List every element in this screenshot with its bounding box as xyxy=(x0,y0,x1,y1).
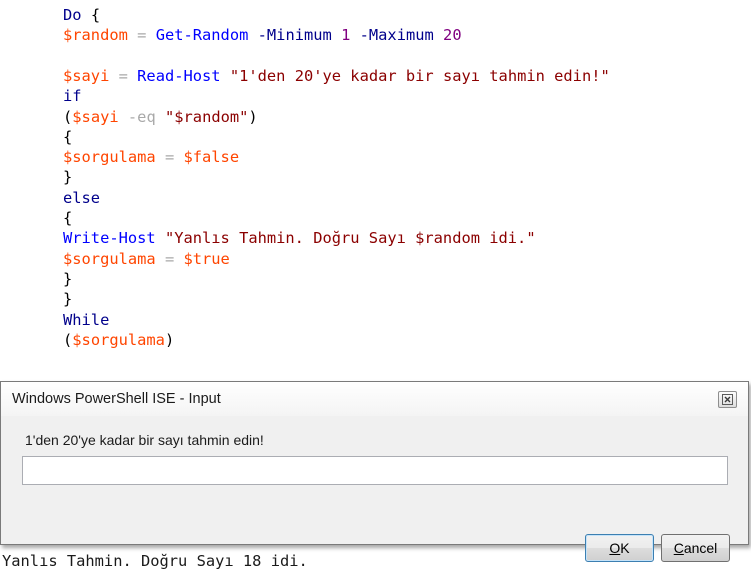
code-token: ) xyxy=(164,330,175,349)
code-token: -Minimum xyxy=(257,26,332,45)
close-button[interactable] xyxy=(718,391,737,408)
code-token: $sorgulama xyxy=(72,330,165,349)
cancel-button[interactable]: Cancel xyxy=(661,534,730,562)
code-token: = xyxy=(155,148,184,167)
dialog-title: Windows PowerShell ISE - Input xyxy=(12,391,221,407)
code-token: -Maximum xyxy=(359,26,434,45)
code-token: $random xyxy=(63,26,128,45)
code-line: $sorgulama = $false xyxy=(63,147,239,167)
code-token: if xyxy=(63,87,82,106)
code-token: "Yanlıs Tahmin. Doğru Sayı $random idi." xyxy=(164,229,536,248)
code-line: } xyxy=(63,269,72,289)
ok-button[interactable]: OK xyxy=(585,534,654,562)
code-token: "$random" xyxy=(165,107,249,126)
code-line: ($sayi -eq "$random") xyxy=(63,107,258,127)
code-token: } xyxy=(63,290,73,309)
code-token: -eq xyxy=(127,107,156,126)
code-line: } xyxy=(63,167,72,187)
code-token: Get-Random xyxy=(155,26,249,45)
answer-input[interactable] xyxy=(22,456,728,485)
code-line: ($sorgulama) xyxy=(63,330,174,350)
dialog-body: 1'den 20'ye kadar bir sayı tahmin edin! … xyxy=(1,416,748,562)
code-token: Write-Host xyxy=(63,229,156,248)
code-line: { xyxy=(63,127,72,147)
console-output-line: Yanlıs Tahmin. Doğru Sayı 18 idi. xyxy=(2,552,308,570)
dialog-titlebar[interactable]: Windows PowerShell ISE - Input xyxy=(1,382,748,416)
close-icon xyxy=(722,394,733,405)
code-token: else xyxy=(63,188,101,207)
code-line: { xyxy=(63,208,72,228)
code-token: 20 xyxy=(443,26,462,45)
code-token: ( xyxy=(63,107,73,126)
code-token: "1'den 20'ye kadar bir sayı tahmin edin!… xyxy=(229,66,610,85)
code-token: } xyxy=(63,168,73,187)
code-line: Write-Host "Yanlıs Tahmin. Doğru Sayı $r… xyxy=(63,228,536,248)
code-token: 1 xyxy=(341,26,351,45)
code-line: if xyxy=(63,86,82,106)
ok-label-rest: K xyxy=(620,540,630,556)
ok-accelerator: O xyxy=(609,540,621,556)
code-line: $random = Get-Random -Minimum 1 -Maximum… xyxy=(63,25,462,45)
code-line: $sorgulama = $true xyxy=(63,249,230,269)
code-token: { xyxy=(63,209,73,227)
code-token: { xyxy=(81,6,101,24)
code-token: $sorgulama xyxy=(63,148,156,167)
code-line: Do { xyxy=(63,5,100,25)
code-line: While xyxy=(63,310,109,330)
code-line: $sayi = Read-Host "1'den 20'ye kadar bir… xyxy=(63,66,610,86)
code-token: = xyxy=(127,26,156,45)
code-token: $sayi xyxy=(63,66,110,85)
code-token: $false xyxy=(183,148,240,167)
code-token: $sayi xyxy=(72,107,119,126)
code-line: } xyxy=(63,289,72,309)
code-token: While xyxy=(63,310,110,329)
code-token: } xyxy=(63,269,73,288)
input-dialog: Windows PowerShell ISE - Input 1'den 20'… xyxy=(0,381,749,562)
cancel-label-rest: ancel xyxy=(683,540,718,556)
code-token: ) xyxy=(248,107,258,126)
code-token: $sorgulama xyxy=(63,249,156,268)
code-token: = xyxy=(155,249,184,268)
code-token: $true xyxy=(183,249,230,268)
prompt-label: 1'den 20'ye kadar bir sayı tahmin edin! xyxy=(25,432,264,448)
script-editor[interactable]: Do {$random = Get-Random -Minimum 1 -Max… xyxy=(0,0,751,380)
code-token: ( xyxy=(63,330,73,349)
code-line: else xyxy=(63,188,100,208)
code-token: = xyxy=(109,66,138,85)
code-token: Do xyxy=(63,6,82,24)
cancel-accelerator: C xyxy=(673,540,684,556)
code-token: Read-Host xyxy=(137,66,221,85)
code-token: { xyxy=(63,127,73,146)
